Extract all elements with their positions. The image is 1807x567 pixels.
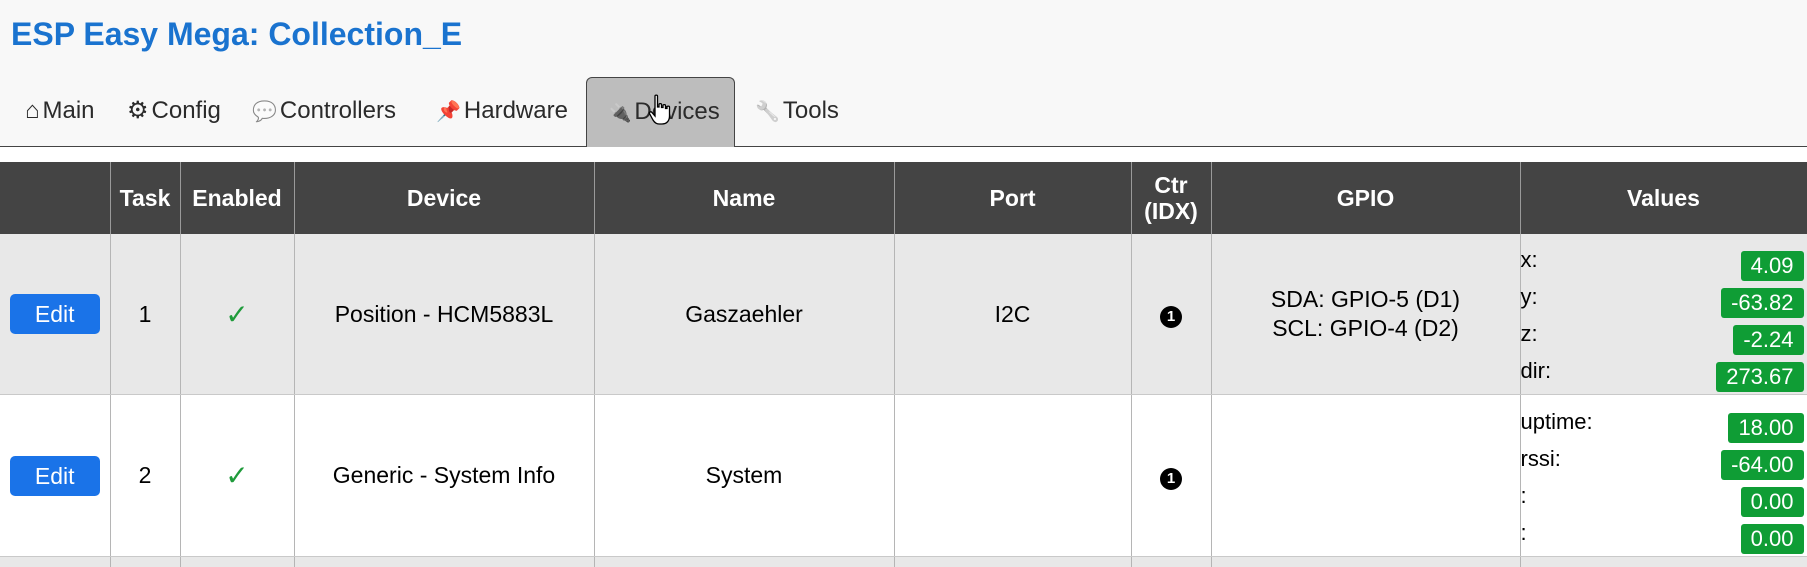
value-row: uptime: 18.00 <box>1521 405 1807 442</box>
header-port: Port <box>894 162 1131 234</box>
header-gpio: GPIO <box>1211 162 1520 234</box>
tab-label: Main <box>43 97 95 124</box>
header-ctr-idx: Ctr(IDX) <box>1131 162 1211 234</box>
value-label: dir: <box>1521 358 1552 384</box>
name-cell: System <box>594 395 894 557</box>
value-badge: 0.00 <box>1741 487 1804 517</box>
enabled-check-icon: ✓ <box>225 299 248 330</box>
tab-label: Config <box>152 97 221 124</box>
value-label: : <box>1521 483 1527 509</box>
header-name: Name <box>594 162 894 234</box>
header-ctr-line2: (IDX) <box>1144 198 1198 224</box>
gpio-cell <box>1211 395 1520 557</box>
header-enabled: Enabled <box>180 162 294 234</box>
table-row: Edit 1 ✓ Position - HCM5883L Gaszaehler … <box>0 234 1807 395</box>
controller-idx-badge: 1 <box>1160 306 1182 328</box>
port-cell: I2C <box>894 234 1131 395</box>
port-cell <box>894 395 1131 557</box>
table-row-partial <box>0 557 1807 567</box>
values-cell: uptime: 18.00 rssi: -64.00 : 0.00 : 0.00 <box>1520 395 1807 557</box>
controller-idx-badge: 1 <box>1160 468 1182 490</box>
value-label: rssi: <box>1521 446 1561 472</box>
value-label: x: <box>1521 247 1538 273</box>
edit-button[interactable]: Edit <box>10 294 100 334</box>
enabled-check-icon: ✓ <box>225 460 248 491</box>
table-row: Edit 2 ✓ Generic - System Info System 1 … <box>0 395 1807 557</box>
value-row: : 0.00 <box>1521 479 1807 516</box>
value-badge: -64.00 <box>1721 450 1803 480</box>
header-edit <box>0 162 110 234</box>
tab-main[interactable]: ⌂Main <box>25 77 95 145</box>
gpio-line: SCL: GPIO-4 (D2) <box>1272 315 1459 341</box>
tab-bar: ⌂Main ⚙Config 💬Controllers 📌Hardware 🔌De… <box>0 77 1807 147</box>
speech-bubble-icon: 💬 <box>252 78 277 146</box>
tab-hardware[interactable]: 📌Hardware <box>436 77 568 145</box>
header-device: Device <box>294 162 594 234</box>
tab-label: Controllers <box>280 97 396 124</box>
header-values: Values <box>1520 162 1807 234</box>
value-badge: 4.09 <box>1741 251 1804 281</box>
plug-icon: 🔌 <box>609 79 631 147</box>
wrench-icon: 🔧 <box>755 78 780 146</box>
task-number: 2 <box>110 395 180 557</box>
value-row: y: -63.82 <box>1521 280 1807 317</box>
value-label: uptime: <box>1521 409 1593 435</box>
value-row: dir: 273.67 <box>1521 354 1807 391</box>
value-row: rssi: -64.00 <box>1521 442 1807 479</box>
gpio-cell: SDA: GPIO-5 (D1) SCL: GPIO-4 (D2) <box>1211 234 1520 395</box>
header-ctr-line1: Ctr <box>1154 172 1187 198</box>
header-task: Task <box>110 162 180 234</box>
value-row: : 0.00 <box>1521 516 1807 553</box>
hand-cursor-icon <box>648 94 672 126</box>
devices-table: Task Enabled Device Name Port Ctr(IDX) G… <box>0 162 1807 567</box>
tab-tools[interactable]: 🔧Tools <box>755 77 839 145</box>
gpio-line: SDA: GPIO-5 (D1) <box>1271 286 1460 312</box>
value-badge: 273.67 <box>1716 362 1803 392</box>
values-cell: x: 4.09 y: -63.82 z: -2.24 dir: 273.67 <box>1520 234 1807 395</box>
value-badge: -63.82 <box>1721 288 1803 318</box>
page-title: ESP Easy Mega: Collection_E <box>11 16 462 53</box>
value-label: : <box>1521 520 1527 546</box>
value-label: z: <box>1521 321 1538 347</box>
value-badge: -2.24 <box>1733 325 1803 355</box>
tab-controllers[interactable]: 💬Controllers <box>252 77 396 145</box>
task-number: 1 <box>110 234 180 395</box>
value-badge: 0.00 <box>1741 524 1804 554</box>
value-row: x: 4.09 <box>1521 243 1807 280</box>
home-icon: ⌂ <box>25 77 40 145</box>
top-bar: ESP Easy Mega: Collection_E ⌂Main ⚙Confi… <box>0 0 1807 146</box>
value-label: y: <box>1521 284 1538 310</box>
device-cell: Position - HCM5883L <box>294 234 594 395</box>
value-row: z: -2.24 <box>1521 317 1807 354</box>
edit-button[interactable]: Edit <box>10 456 100 496</box>
tab-config[interactable]: ⚙Config <box>127 77 221 145</box>
value-badge: 18.00 <box>1728 413 1803 443</box>
pushpin-icon: 📌 <box>436 78 461 146</box>
name-cell: Gaszaehler <box>594 234 894 395</box>
device-cell: Generic - System Info <box>294 395 594 557</box>
tab-label: Tools <box>783 97 839 124</box>
gear-icon: ⚙ <box>127 77 149 145</box>
tab-label: Hardware <box>464 97 568 124</box>
table-header: Task Enabled Device Name Port Ctr(IDX) G… <box>0 162 1807 234</box>
